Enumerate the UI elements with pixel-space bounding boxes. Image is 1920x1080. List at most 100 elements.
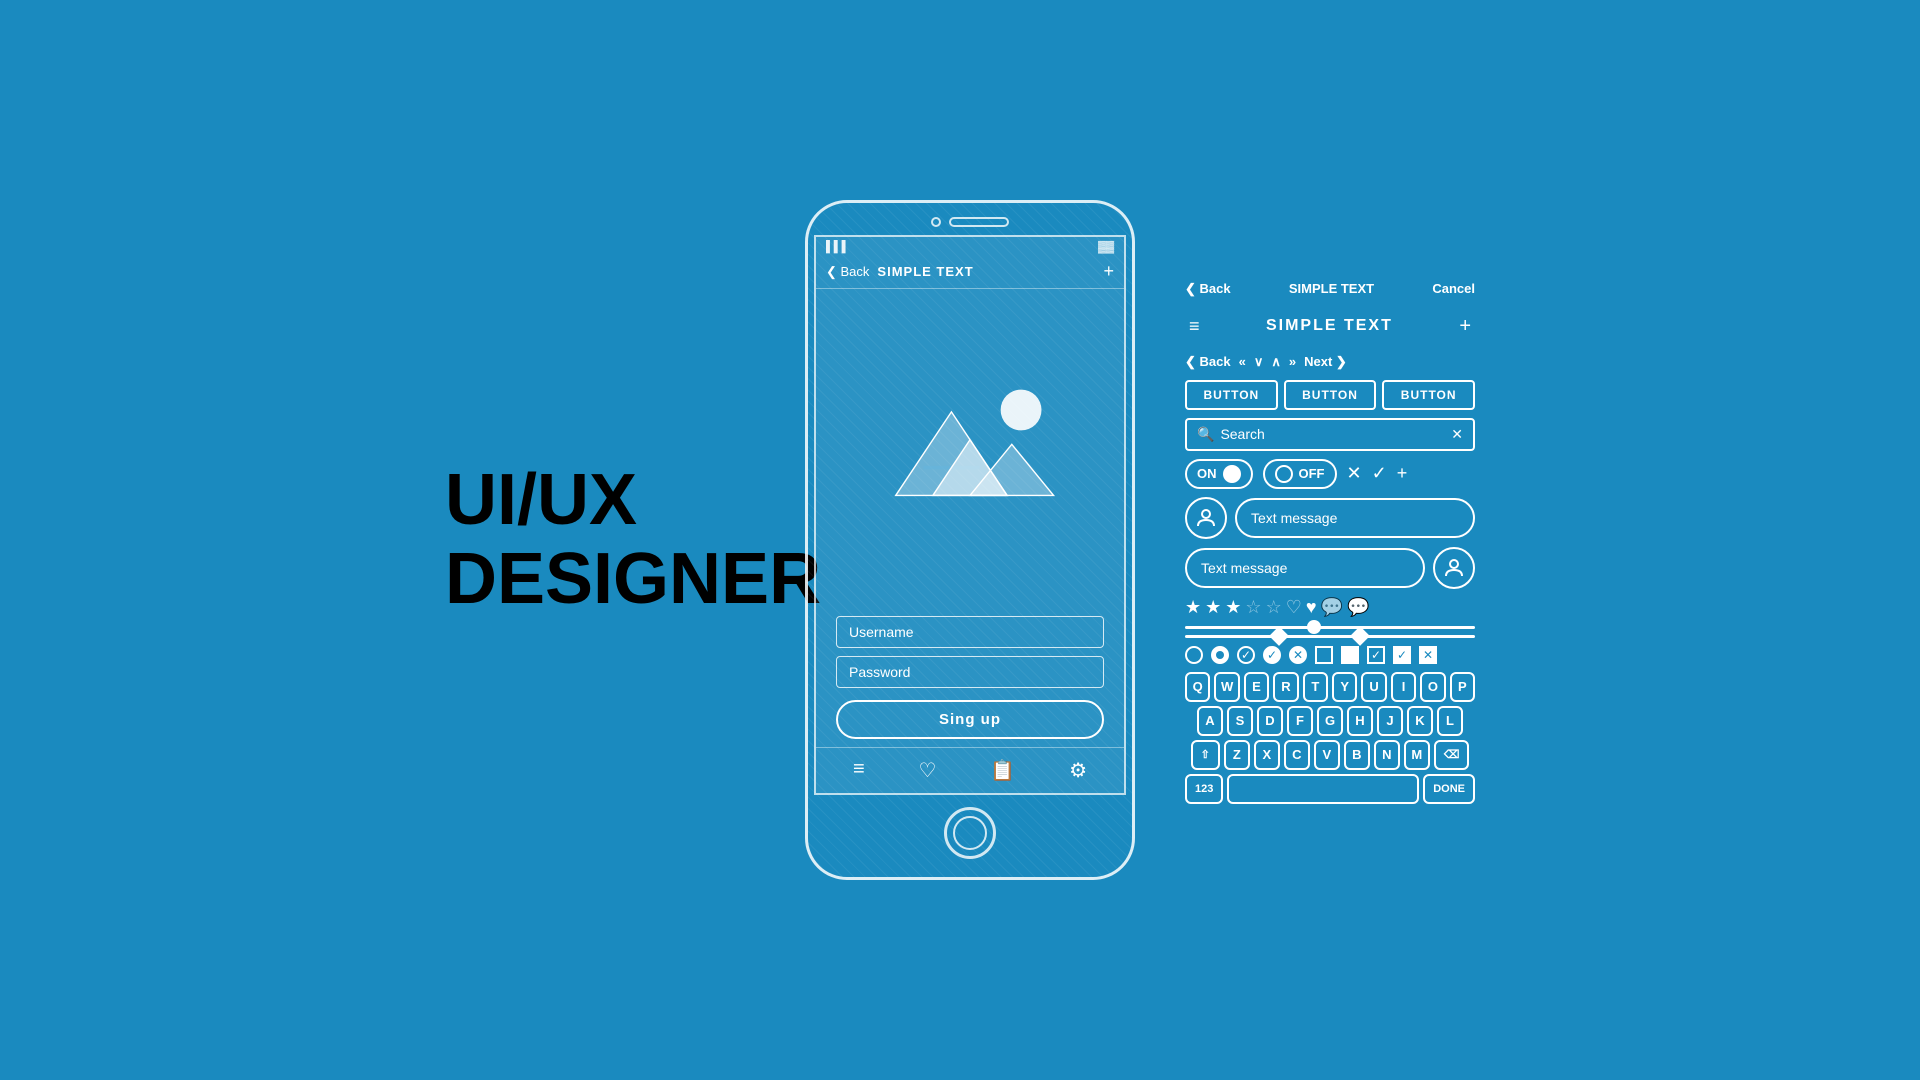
- search-input[interactable]: Search: [1220, 426, 1445, 442]
- key-c[interactable]: C: [1284, 740, 1310, 770]
- checkbox-filled[interactable]: [1341, 646, 1359, 664]
- title-bar-title: SIMPLE TEXT: [1200, 317, 1460, 335]
- checkbox-check[interactable]: ✓: [1367, 646, 1385, 664]
- key-l[interactable]: L: [1437, 706, 1463, 736]
- circle-check[interactable]: ✓: [1237, 646, 1255, 664]
- key-k[interactable]: K: [1407, 706, 1433, 736]
- key-j[interactable]: J: [1377, 706, 1403, 736]
- checkbox-empty[interactable]: [1315, 646, 1333, 664]
- signup-button[interactable]: Sing up: [836, 700, 1104, 739]
- star-filled-1[interactable]: ★: [1185, 597, 1201, 618]
- nav-bar-top: ❮ Back SIMPLE TEXT Cancel: [1185, 277, 1475, 301]
- key-f[interactable]: F: [1287, 706, 1313, 736]
- search-clear-icon[interactable]: ✕: [1451, 426, 1463, 443]
- slider-1-thumb[interactable]: [1307, 620, 1321, 634]
- key-e[interactable]: E: [1244, 672, 1269, 702]
- phone-mockup: ▌▌▌ ▓▓ ❮ Back SIMPLE TEXT +: [805, 200, 1135, 880]
- star-filled-3[interactable]: ★: [1225, 597, 1241, 618]
- sliders: [1185, 626, 1475, 638]
- phone-plus-button[interactable]: +: [1103, 261, 1114, 282]
- chat-message-2[interactable]: Text message: [1185, 548, 1425, 588]
- heart-empty-icon[interactable]: ♡: [1286, 597, 1302, 618]
- radio-filled[interactable]: [1211, 646, 1229, 664]
- chat-message-1[interactable]: Text message: [1235, 498, 1475, 538]
- heart-filled-icon[interactable]: ♥: [1306, 597, 1317, 618]
- checkbox-check-filled[interactable]: ✓: [1393, 646, 1411, 664]
- checkbox-x-filled[interactable]: ✕: [1419, 646, 1437, 664]
- key-g[interactable]: G: [1317, 706, 1343, 736]
- password-field[interactable]: Password: [836, 656, 1104, 688]
- slider-2-thumb-1[interactable]: [1269, 626, 1289, 646]
- key-backspace[interactable]: ⌫: [1434, 740, 1470, 770]
- toggle-on-switch[interactable]: ON: [1185, 459, 1253, 489]
- key-p[interactable]: P: [1450, 672, 1475, 702]
- nav2-prev-prev[interactable]: «: [1239, 354, 1246, 369]
- nav2-up[interactable]: ∧: [1271, 354, 1281, 370]
- key-t[interactable]: T: [1303, 672, 1328, 702]
- key-o[interactable]: O: [1420, 672, 1445, 702]
- key-v[interactable]: V: [1314, 740, 1340, 770]
- keyboard-row-2: A S D F G H J K L: [1185, 706, 1475, 736]
- key-q[interactable]: Q: [1185, 672, 1210, 702]
- key-a[interactable]: A: [1197, 706, 1223, 736]
- radio-empty[interactable]: [1185, 646, 1203, 664]
- key-x[interactable]: X: [1254, 740, 1280, 770]
- key-i[interactable]: I: [1391, 672, 1416, 702]
- key-n[interactable]: N: [1374, 740, 1400, 770]
- star-filled-2[interactable]: ★: [1205, 597, 1221, 618]
- button-3[interactable]: BUTTON: [1382, 380, 1475, 410]
- nav2-next[interactable]: Next ❯: [1304, 354, 1347, 370]
- button-1[interactable]: BUTTON: [1185, 380, 1278, 410]
- key-123[interactable]: 123: [1185, 774, 1223, 804]
- nav2-next-next[interactable]: »: [1289, 354, 1296, 369]
- phone-home-button[interactable]: [944, 807, 996, 859]
- key-u[interactable]: U: [1361, 672, 1386, 702]
- toggle-off-switch[interactable]: OFF: [1263, 459, 1337, 489]
- key-done[interactable]: DONE: [1423, 774, 1475, 804]
- slider-1[interactable]: [1185, 626, 1475, 629]
- bubble-empty-icon[interactable]: 💬: [1321, 597, 1343, 618]
- phone-speaker: [949, 217, 1009, 227]
- phone-back-button[interactable]: ❮ Back: [826, 264, 869, 280]
- keyboard-bottom-row: 123 DONE: [1185, 774, 1475, 804]
- slider-2-thumb-2[interactable]: [1350, 626, 1370, 646]
- nav-top-cancel[interactable]: Cancel: [1432, 281, 1475, 296]
- key-r[interactable]: R: [1273, 672, 1298, 702]
- ui-panel: ❮ Back SIMPLE TEXT Cancel ≡ SIMPLE TEXT …: [1185, 277, 1475, 804]
- phone-top-bar: [808, 203, 1132, 235]
- phone-tab-bar: ≡ ♡ 📋 ⚙: [816, 747, 1124, 793]
- nav2-back[interactable]: ❮ Back: [1185, 354, 1231, 370]
- x-icon: ✕: [1347, 463, 1362, 484]
- circle-check-filled[interactable]: ✓: [1263, 646, 1281, 664]
- search-bar[interactable]: 🔍 Search ✕: [1185, 418, 1475, 451]
- key-h[interactable]: H: [1347, 706, 1373, 736]
- tab-heart-icon[interactable]: ♡: [918, 758, 936, 783]
- nav2-down[interactable]: ∨: [1254, 354, 1264, 370]
- phone-bottom: [808, 795, 1132, 877]
- button-2[interactable]: BUTTON: [1284, 380, 1377, 410]
- phone-form: Username Password Sing up: [816, 608, 1124, 747]
- toggle-off-circle: [1275, 465, 1293, 483]
- star-empty-4[interactable]: ☆: [1245, 597, 1261, 618]
- key-b[interactable]: B: [1344, 740, 1370, 770]
- key-y[interactable]: Y: [1332, 672, 1357, 702]
- key-space[interactable]: [1227, 774, 1419, 804]
- tab-notes-icon[interactable]: 📋: [990, 758, 1015, 783]
- phone-camera: [931, 217, 941, 227]
- add-icon[interactable]: +: [1459, 315, 1471, 338]
- tab-settings-icon[interactable]: ⚙: [1069, 758, 1087, 783]
- key-shift[interactable]: ⇧: [1191, 740, 1220, 770]
- key-s[interactable]: S: [1227, 706, 1253, 736]
- bubble-filled-icon[interactable]: 💬: [1347, 597, 1369, 618]
- circle-x[interactable]: ✕: [1289, 646, 1307, 664]
- key-d[interactable]: D: [1257, 706, 1283, 736]
- slider-2[interactable]: [1185, 635, 1475, 638]
- key-w[interactable]: W: [1214, 672, 1239, 702]
- username-field[interactable]: Username: [836, 616, 1104, 648]
- hamburger-icon[interactable]: ≡: [1189, 316, 1200, 337]
- nav-top-back[interactable]: ❮ Back: [1185, 281, 1231, 297]
- tab-menu-icon[interactable]: ≡: [853, 758, 865, 783]
- key-m[interactable]: M: [1404, 740, 1430, 770]
- star-empty-5[interactable]: ☆: [1266, 597, 1282, 618]
- key-z[interactable]: Z: [1224, 740, 1250, 770]
